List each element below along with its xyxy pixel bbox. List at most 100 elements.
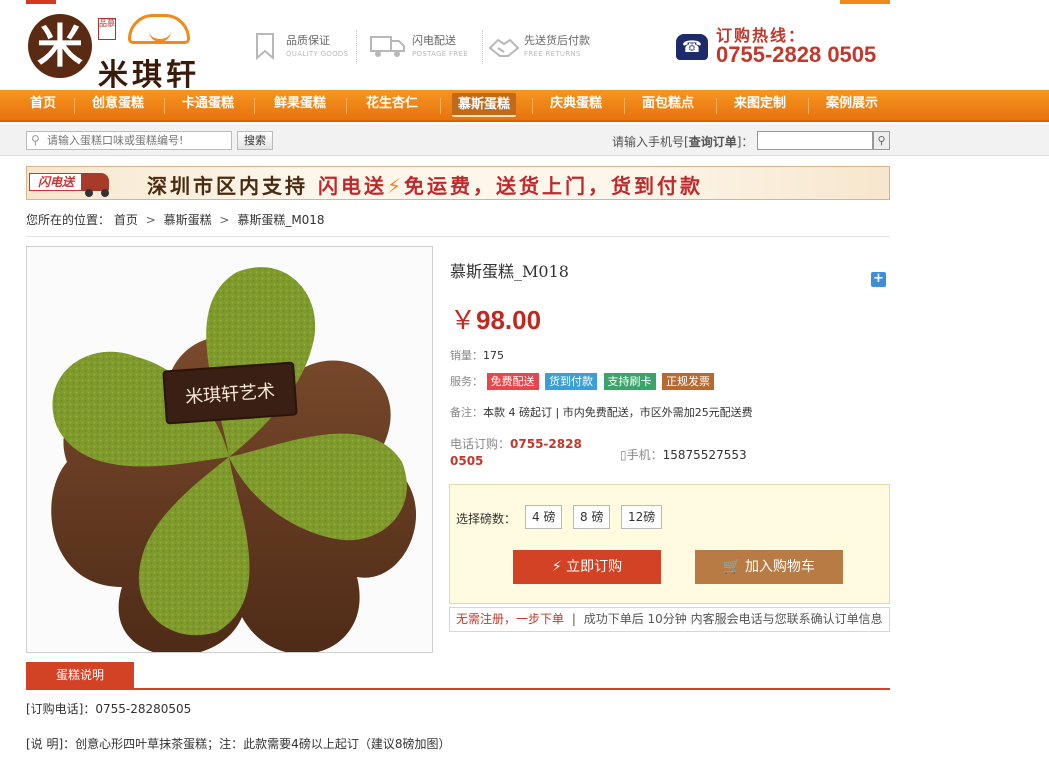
main-nav: 首页 创意蛋糕 卡通蛋糕 鲜果蛋糕 花生杏仁 慕斯蛋糕 庆典蛋糕 面包糕点 来图… (0, 90, 1049, 122)
badge-card: 支持刷卡 (603, 373, 656, 390)
size-option-12lb[interactable]: 12磅 (621, 505, 663, 529)
price-amount: 98.00 (476, 305, 542, 335)
nav-item-peanut[interactable]: 花生杏仁 (366, 90, 418, 120)
product-image[interactable]: 米琪轩艺术 (26, 246, 433, 653)
promo-banner: 闪电送 深圳市区内支持 闪电送⚡免运费，送货上门，货到付款 (26, 166, 890, 200)
truck-wheel (101, 189, 109, 197)
breadcrumb-category[interactable]: 慕斯蛋糕 (164, 213, 212, 227)
phone-order-label: 电话订购： (450, 437, 511, 451)
description-text: [说 明]：创意心形四叶草抹茶蛋糕；注：此款需要4磅以上起订（建议8磅加图） (26, 737, 451, 751)
banner-text-c: 免运费，送货上门，货到付款 (404, 174, 704, 198)
nav-item-mousse[interactable]: 慕斯蛋糕 (452, 93, 517, 117)
purchase-box: 选择磅数： 4 磅 8 磅 12磅 ⚡ 立即订购 🛒 加入购物车 (449, 484, 890, 604)
service-subtitle: FREE RETURNS (524, 50, 581, 58)
buy-now-button[interactable]: ⚡ 立即订购 (513, 550, 661, 584)
size-label: 选择磅数： (456, 512, 517, 526)
nav-divider (74, 98, 75, 114)
badge-invoice: 正规发票 (662, 373, 714, 390)
order-label-prefix: 请输入手机号[ (612, 135, 689, 149)
share-plus-icon[interactable]: + (871, 272, 886, 287)
currency-symbol: ￥ (450, 306, 477, 336)
nav-divider (532, 98, 533, 114)
nav-item-fruit[interactable]: 鲜果蛋糕 (274, 90, 326, 120)
chef-hat-icon (128, 14, 190, 44)
service-divider (356, 30, 357, 64)
service-subtitle: QUALITY GOODS (286, 50, 349, 58)
size-option-8lb[interactable]: 8 磅 (573, 505, 611, 529)
service-badges: 服务： 免费配送 货到付款 支持刷卡 正规发票 (450, 373, 717, 390)
breadcrumb-divider (26, 236, 890, 237)
service-quality: 品质保证 QUALITY GOODS (254, 30, 358, 70)
search-bar: ⚲ 搜索 请输入手机号[查询订单]： ⚲ (0, 124, 1049, 156)
hotline-number: 0755-2828 0505 (716, 42, 877, 67)
note-text: 本款 4 磅起订 | 市内免费配送，市区外需加25元配送费 (483, 406, 753, 419)
nav-item-home[interactable]: 首页 (30, 90, 56, 120)
lightning-icon: ⚡ (386, 174, 405, 198)
banner-text-a: 深圳市区内支持 (147, 174, 308, 198)
logo-seal: 品慕 (98, 18, 116, 40)
badge-cod: 货到付款 (545, 373, 597, 390)
breadcrumb-arrow-icon: > (145, 213, 156, 227)
search-input[interactable] (26, 131, 232, 150)
buy-now-label: 立即订购 (566, 559, 623, 575)
service-title: 闪电配送 (412, 34, 456, 47)
nav-item-creative[interactable]: 创意蛋糕 (92, 90, 144, 120)
product-title: 慕斯蛋糕_M018 (450, 262, 569, 281)
search-icon: ⚲ (31, 133, 40, 147)
sales-count: 销量：175 (450, 347, 504, 363)
nav-item-bread[interactable]: 面包糕点 (642, 90, 694, 120)
clover-cake-illustration: 米琪轩艺术 (51, 267, 416, 652)
quick-order-divider: | (571, 612, 576, 626)
order-label-bold: 查询订单 (688, 135, 737, 149)
nav-item-cartoon[interactable]: 卡通蛋糕 (182, 90, 234, 120)
quick-order-text: 成功下单后 10分钟 内客服会电话与您联系确认订单信息 (583, 612, 883, 626)
badge-free-delivery: 免费配送 (486, 373, 539, 390)
nav-item-celebration[interactable]: 庆典蛋糕 (550, 90, 602, 120)
logo-text: 米琪轩 (98, 58, 200, 93)
query-search-icon[interactable]: ⚲ (873, 131, 890, 150)
site-logo[interactable]: 米 品慕 米琪轩 (28, 12, 208, 93)
sales-value: 175 (483, 349, 504, 362)
phone-order: 电话订购：0755-2828 0505 (450, 436, 600, 470)
hotline: ☎ 订购热线： 0755-2828 0505 (676, 20, 896, 76)
mobile-number: 15875527553 (662, 448, 747, 462)
breadcrumb-home[interactable]: 首页 (114, 213, 138, 227)
banner-text: 深圳市区内支持 闪电送⚡免运费，送货上门，货到付款 (147, 170, 703, 199)
service-divider (482, 30, 483, 64)
note-label: 备注： (450, 406, 483, 419)
services-label: 服务： (450, 375, 483, 388)
mobile-icon: ▯ (620, 448, 627, 462)
size-option-4lb[interactable]: 4 磅 (525, 505, 563, 529)
description-divider (26, 688, 890, 690)
tab-cake-description[interactable]: 蛋糕说明 (26, 662, 134, 688)
nav-item-cases[interactable]: 案例展示 (826, 90, 878, 120)
phone-query-input[interactable] (757, 131, 873, 150)
delivery-truck-icon: 闪电送 (29, 169, 119, 197)
description-phone: [订购电话]：0755-28280505 (26, 702, 192, 716)
breadcrumb: 您所在的位置： 首页 > 慕斯蛋糕 > 慕斯蛋糕_M018 (26, 211, 325, 228)
add-cart-label: 加入购物车 (744, 559, 815, 575)
service-subtitle: POSTAGE FREE (412, 50, 468, 58)
bookmark-icon (256, 33, 274, 60)
product-note: 备注：本款 4 磅起订 | 市内免费配送，市区外需加25元配送费 (450, 404, 753, 420)
service-title: 品质保证 (286, 34, 330, 47)
add-to-cart-button[interactable]: 🛒 加入购物车 (695, 550, 843, 584)
nav-item-custom[interactable]: 来图定制 (734, 90, 786, 120)
order-label-suffix: ]： (736, 135, 754, 149)
handshake-icon (488, 38, 520, 57)
nav-divider (164, 98, 165, 114)
nav-divider (716, 98, 717, 114)
search-button[interactable]: 搜索 (237, 131, 273, 150)
mobile-label: 手机： (626, 448, 663, 462)
service-cod: 先送货后付款 FREE RETURNS (488, 30, 618, 70)
quick-order-highlight: 无需注册，一步下单 (456, 612, 565, 626)
telephone-icon: ☎ (676, 34, 708, 60)
logo-mark: 米 (28, 14, 92, 78)
nav-divider (254, 98, 255, 114)
nav-divider (624, 98, 625, 114)
site-header: 米 品慕 米琪轩 品质保证 QUALITY GOODS 闪电配送 POSTAGE… (0, 4, 1049, 93)
truck-icon (370, 36, 405, 57)
order-query-label: 请输入手机号[查询订单]： (612, 133, 753, 150)
quick-order-info: 无需注册，一步下单 | 成功下单后 10分钟 内客服会电话与您联系确认订单信息 (449, 607, 890, 632)
truck-wheel (85, 189, 93, 197)
